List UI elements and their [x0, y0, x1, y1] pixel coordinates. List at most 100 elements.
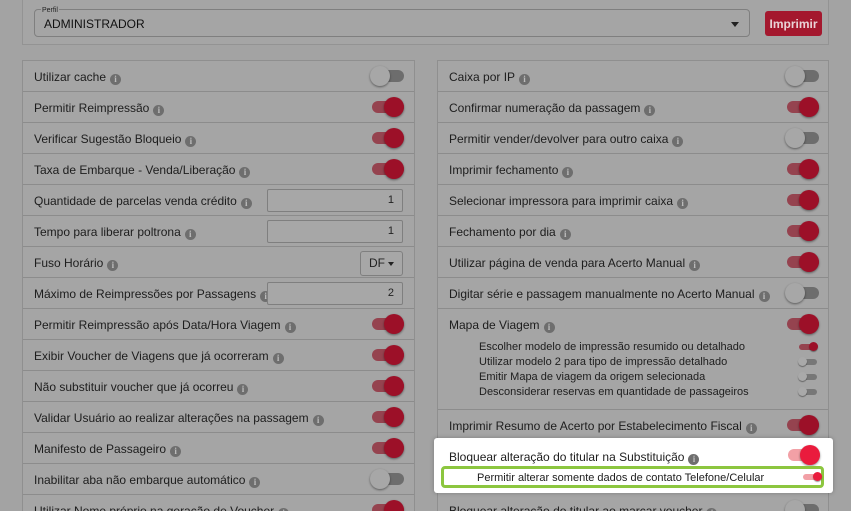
- setting-row: Permitir vender/devolver para outro caix…: [438, 123, 828, 154]
- number-input[interactable]: 2: [267, 282, 403, 305]
- setting-label: Bloquear alteração do titular ao marcar …: [449, 504, 718, 511]
- toggle-switch[interactable]: [370, 437, 404, 459]
- toggle-switch[interactable]: [370, 158, 404, 180]
- toggle-switch[interactable]: [785, 127, 819, 149]
- dropdown-value: DF: [369, 256, 385, 270]
- toggle-switch[interactable]: [370, 499, 404, 511]
- setting-label: Manifesto de Passageiro i: [34, 442, 182, 457]
- setting-label: Utilizar cache i: [34, 70, 122, 85]
- setting-label: Exibir Voucher de Viagens que já ocorrer…: [34, 349, 284, 364]
- setting-row: Confirmar numeração da passagem i: [438, 92, 828, 123]
- setting-row: Verificar Sugestão Bloqueio i: [23, 123, 414, 154]
- highlighted-subsetting: Permitir alterar somente dados de contat…: [441, 466, 824, 488]
- setting-label-text: Utilizar Nome próprio na geração de Vouc…: [34, 504, 275, 511]
- toggle-switch[interactable]: [786, 444, 820, 466]
- setting-row: Caixa por IP i: [438, 61, 828, 92]
- toggle-switch[interactable]: [785, 65, 819, 87]
- setting-label: Quantidade de parcelas venda crédito i: [34, 194, 252, 209]
- profile-legend: Perfil: [41, 7, 59, 15]
- setting-label-text: Taxa de Embarque - Venda/Liberação: [34, 163, 236, 177]
- setting-label: Bloquear alteração do titular na Substit…: [449, 450, 700, 465]
- info-icon: i: [284, 322, 296, 333]
- toggle-switch[interactable]: [370, 375, 404, 397]
- number-input[interactable]: 1: [267, 220, 403, 243]
- info-icon: i: [758, 291, 770, 302]
- setting-row: Selecionar impressora para imprimir caix…: [438, 185, 828, 216]
- profile-value: ADMINISTRADOR: [44, 17, 145, 31]
- setting-label-text: Caixa por IP: [449, 70, 516, 84]
- setting-label: Inabilitar aba não embarque automático i: [34, 473, 261, 488]
- setting-label-text: Inabilitar aba não embarque automático: [34, 473, 246, 487]
- toggle-switch[interactable]: [785, 313, 819, 335]
- setting-label: Não substituir voucher que já ocorreu i: [34, 380, 249, 395]
- info-icon: i: [110, 74, 122, 85]
- setting-row: Quantidade de parcelas venda crédito i 1: [23, 185, 414, 216]
- setting-row: Imprimir Resumo de Acerto por Estabeleci…: [438, 410, 828, 441]
- info-icon: i: [184, 229, 196, 240]
- profile-select[interactable]: Perfil ADMINISTRADOR: [34, 7, 750, 37]
- setting-row: Utilizar página de venda para Acerto Man…: [438, 247, 828, 278]
- info-icon: i: [239, 167, 251, 178]
- toggle-switch[interactable]: [370, 65, 404, 87]
- subsetting-label: Escolher modelo de impressão resumido ou…: [479, 341, 745, 353]
- setting-label-text: Digitar série e passagem manualmente no …: [449, 287, 755, 301]
- setting-label-text: Selecionar impressora para imprimir caix…: [449, 194, 674, 208]
- small-toggle-switch[interactable]: [798, 342, 818, 352]
- small-toggle-switch[interactable]: [802, 472, 822, 482]
- small-toggle-switch[interactable]: [798, 372, 818, 382]
- setting-label: Confirmar numeração da passagem i: [449, 101, 656, 116]
- setting-row: Tempo para liberar poltrona i 1: [23, 216, 414, 247]
- subsetting-label: Desconsiderar reservas em quantidade de …: [479, 386, 749, 398]
- toggle-switch[interactable]: [785, 158, 819, 180]
- setting-row: Utilizar Nome próprio na geração de Vouc…: [23, 495, 414, 511]
- toggle-switch[interactable]: [370, 344, 404, 366]
- setting-label: Validar Usuário ao realizar alterações n…: [34, 411, 324, 426]
- setting-label-text: Fuso Horário: [34, 256, 104, 270]
- setting-label-text: Permitir Reimpressão após Data/Hora Viag…: [34, 318, 281, 332]
- toggle-switch[interactable]: [370, 468, 404, 490]
- toggle-switch[interactable]: [785, 220, 819, 242]
- toggle-switch[interactable]: [785, 282, 819, 304]
- toggle-switch[interactable]: [370, 313, 404, 335]
- small-toggle-switch[interactable]: [798, 357, 818, 367]
- toggle-switch[interactable]: [785, 189, 819, 211]
- toggle-switch[interactable]: [370, 406, 404, 428]
- setting-row: Digitar série e passagem manualmente no …: [438, 278, 828, 309]
- info-icon: i: [185, 136, 197, 147]
- toggle-switch[interactable]: [370, 127, 404, 149]
- setting-label-text: Imprimir fechamento: [449, 163, 559, 177]
- setting-label-text: Permitir Reimpressão: [34, 101, 150, 115]
- toggle-switch[interactable]: [370, 96, 404, 118]
- setting-row: Validar Usuário ao realizar alterações n…: [23, 402, 414, 433]
- number-input[interactable]: 1: [267, 189, 403, 212]
- setting-row: Mapa de Viagem i Escolher modelo de impres…: [438, 309, 828, 410]
- print-button[interactable]: Imprimir: [765, 11, 822, 36]
- setting-row: Exibir Voucher de Viagens que já ocorrer…: [23, 340, 414, 371]
- caret-down-icon: [388, 262, 394, 266]
- setting-label-text: Exibir Voucher de Viagens que já ocorrer…: [34, 349, 269, 363]
- info-icon: i: [312, 415, 324, 426]
- setting-label: Taxa de Embarque - Venda/Liberação i: [34, 163, 251, 178]
- toggle-switch[interactable]: [785, 251, 819, 273]
- setting-label: Permitir Reimpressão i: [34, 101, 165, 116]
- chevron-down-icon: [731, 22, 739, 27]
- setting-label: Imprimir Resumo de Acerto por Estabeleci…: [449, 419, 757, 434]
- setting-label-text: Mapa de Viagem: [449, 318, 540, 332]
- info-icon: i: [107, 260, 119, 271]
- toggle-switch[interactable]: [785, 499, 819, 511]
- setting-label-text: Confirmar numeração da passagem: [449, 101, 641, 115]
- toggle-switch[interactable]: [785, 96, 819, 118]
- small-toggle-switch[interactable]: [798, 387, 818, 397]
- setting-row: Fuso Horário i DF: [23, 247, 414, 278]
- setting-row: Máximo de Reimpressões por Passagens i 2: [23, 278, 414, 309]
- setting-row: Inabilitar aba não embarque automático i: [23, 464, 414, 495]
- subsetting-label: Emitir Mapa de viagem da origem selecion…: [479, 371, 706, 383]
- info-icon: i: [237, 384, 249, 395]
- timezone-dropdown[interactable]: DF: [360, 251, 403, 276]
- highlighted-setting: Bloquear alteração do titular na Substit…: [434, 438, 833, 493]
- setting-row: Permitir Reimpressão i: [23, 92, 414, 123]
- setting-label-text: Utilizar cache: [34, 70, 107, 84]
- setting-label: Utilizar Nome próprio na geração de Vouc…: [34, 504, 290, 511]
- toggle-switch[interactable]: [785, 414, 819, 436]
- setting-label-text: Bloquear alteração do titular na Substit…: [449, 450, 685, 464]
